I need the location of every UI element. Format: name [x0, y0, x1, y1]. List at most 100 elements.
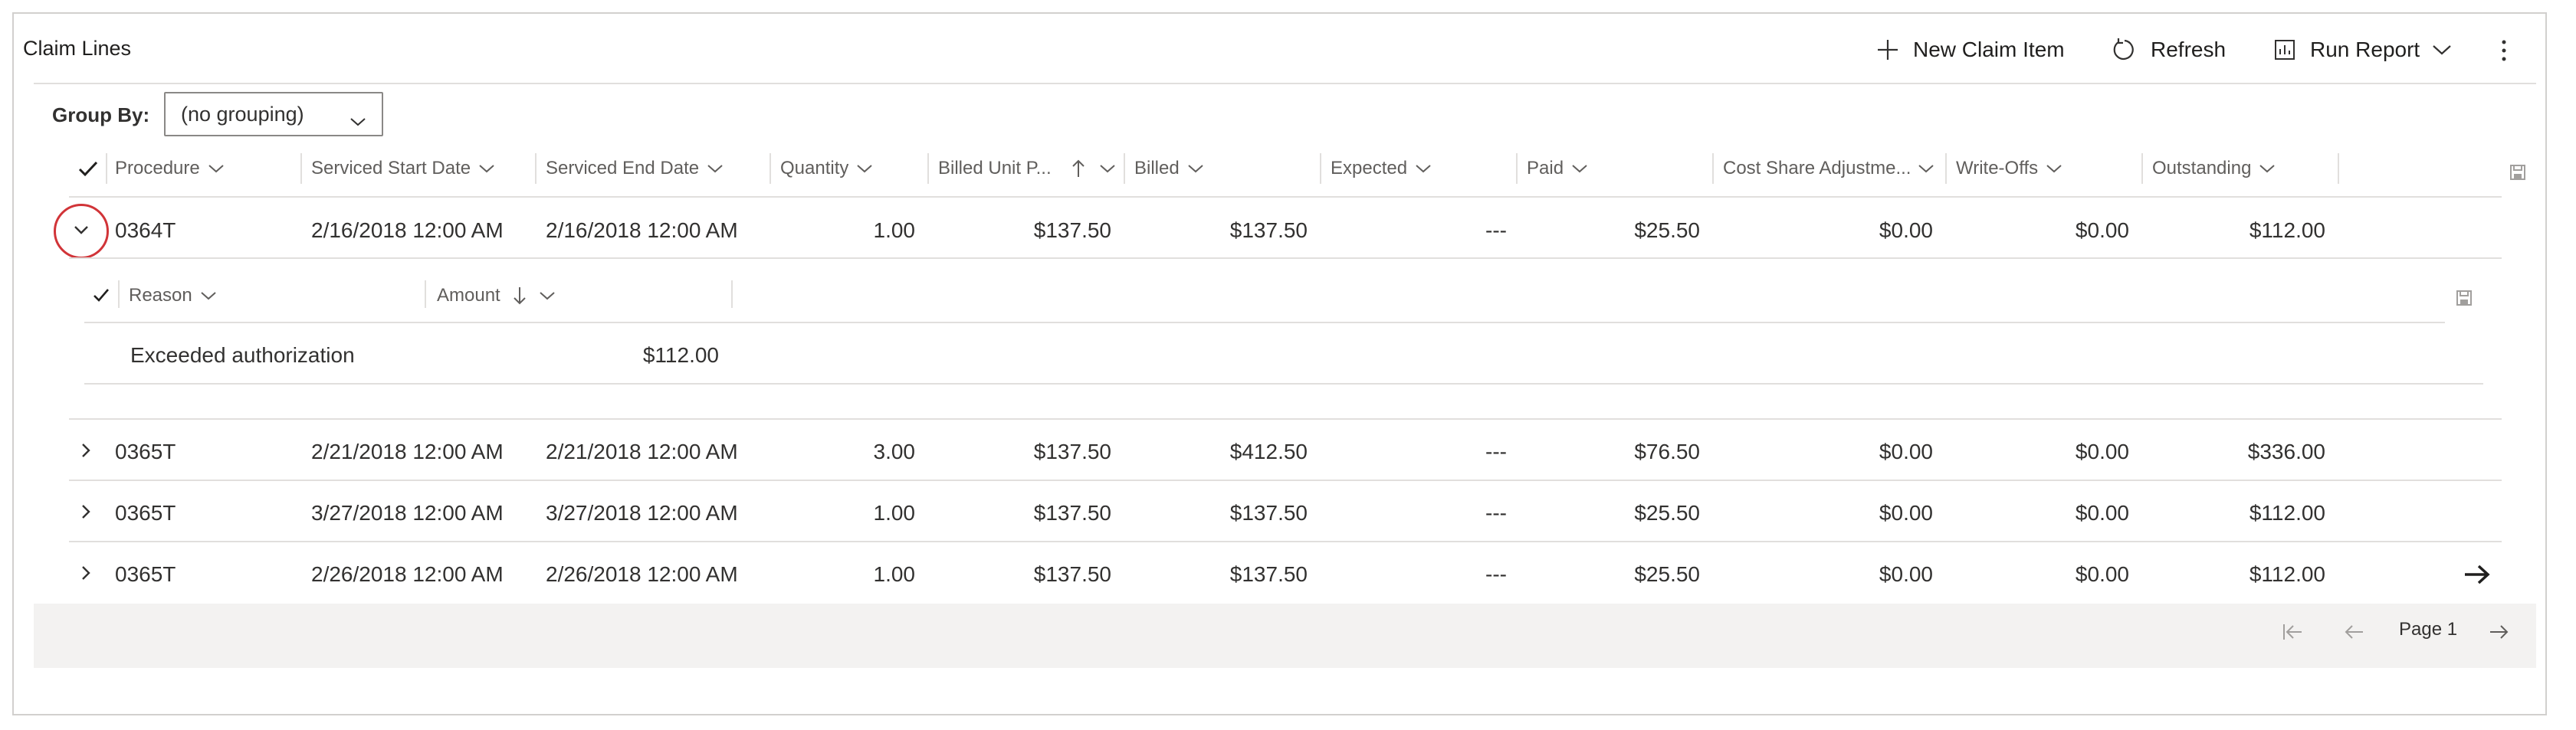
subgrid-cell-amount: $112.00 [642, 343, 719, 367]
refresh-label: Refresh [2151, 38, 2227, 61]
cell-expected: --- [1485, 218, 1507, 242]
column-separator [118, 280, 120, 308]
cell-unit-price: $137.50 [1033, 501, 1111, 525]
column-separator [106, 153, 107, 184]
cell-outstanding: $112.00 [2249, 562, 2325, 586]
cell-unit-price: $137.50 [1033, 218, 1111, 242]
column-header-billed[interactable]: Billed [1134, 146, 1204, 192]
subgrid-column-header-amount[interactable]: Amount [437, 273, 556, 319]
chevron-down-icon [1187, 163, 1204, 174]
column-header-outstanding[interactable]: Outstanding [2152, 146, 2276, 192]
column-separator [1320, 153, 1321, 184]
chevron-down-icon [1099, 163, 1116, 174]
chevron-right-icon [81, 443, 90, 462]
section-title: Claim Lines [23, 37, 132, 60]
column-header-quantity[interactable]: Quantity [780, 146, 873, 192]
new-claim-item-button[interactable]: New Claim Item [1876, 31, 2065, 69]
cell-billed: $412.50 [1229, 440, 1308, 463]
column-label: Billed [1134, 158, 1180, 178]
cell-billed: $137.50 [1229, 218, 1308, 242]
column-separator [1516, 153, 1518, 184]
cell-quantity: 1.00 [873, 501, 916, 525]
cell-procedure[interactable]: 0365T [115, 501, 176, 525]
column-separator [2141, 153, 2143, 184]
cell-procedure[interactable]: 0365T [115, 562, 176, 587]
cell-start-date: 2/21/2018 12:00 AM [311, 440, 504, 463]
sort-ascending-icon [1071, 159, 1085, 178]
cell-end-date: 2/21/2018 12:00 AM [546, 440, 738, 463]
refresh-button[interactable]: Refresh [2112, 31, 2226, 69]
collapse-row-button[interactable] [66, 216, 97, 247]
column-header-expected[interactable]: Expected [1331, 146, 1432, 192]
column-label: Serviced Start Date [311, 158, 471, 178]
more-vertical-icon[interactable] [2492, 35, 2515, 66]
grid-header-divider [69, 196, 2502, 198]
header-divider [34, 83, 2536, 84]
select-all-checkmark[interactable] [75, 153, 101, 184]
column-header-serviced-end-date[interactable]: Serviced End Date [546, 146, 724, 192]
cell-outstanding: $112.00 [2249, 218, 2325, 242]
cell-quantity: 1.00 [873, 218, 916, 242]
column-header-procedure[interactable]: Procedure [115, 146, 225, 192]
cell-billed: $137.50 [1229, 501, 1308, 525]
cell-end-date: 3/27/2018 12:00 AM [546, 501, 738, 525]
cell-billed: $137.50 [1229, 562, 1308, 586]
column-header-serviced-start-date[interactable]: Serviced Start Date [311, 146, 495, 192]
report-icon [2273, 38, 2296, 61]
row-divider [69, 257, 2502, 259]
save-icon[interactable] [2508, 162, 2528, 182]
expand-row-button[interactable] [71, 498, 101, 529]
cell-start-date: 2/26/2018 12:00 AM [311, 562, 504, 586]
chevron-down-icon [349, 109, 366, 133]
save-icon[interactable] [2454, 288, 2474, 308]
next-page-icon[interactable] [2486, 620, 2512, 643]
cell-cost-share: $0.00 [1879, 501, 1933, 525]
column-label: Reason [129, 285, 192, 306]
column-label: Cost Share Adjustme... [1723, 158, 1910, 178]
chevron-down-icon [1415, 163, 1432, 174]
cell-procedure[interactable]: 0364T [115, 218, 176, 243]
column-label: Billed Unit P... [938, 158, 1052, 178]
new-claim-item-label: New Claim Item [1913, 38, 2065, 61]
chevron-down-icon [2432, 44, 2452, 56]
column-header-billed-unit-price[interactable]: Billed Unit P... [938, 146, 1116, 192]
run-report-button[interactable]: Run Report [2273, 31, 2452, 69]
pager-bar [34, 604, 2536, 668]
column-separator [1712, 153, 1714, 184]
previous-page-icon[interactable] [2341, 620, 2367, 643]
arrow-right-icon[interactable] [2460, 559, 2494, 590]
row-divider [69, 541, 2502, 542]
subgrid-select-all-checkmark[interactable] [90, 282, 112, 308]
cell-write-offs: $0.00 [2075, 218, 2129, 242]
expand-row-button[interactable] [71, 559, 101, 590]
column-label: Quantity [780, 158, 849, 178]
cell-procedure[interactable]: 0365T [115, 440, 176, 464]
chevron-down-icon [2259, 163, 2276, 174]
cell-paid: $25.50 [1634, 562, 1700, 586]
cell-outstanding: $112.00 [2249, 501, 2325, 525]
subgrid-column-header-reason[interactable]: Reason [129, 273, 217, 319]
column-label: Expected [1331, 158, 1408, 178]
group-by-value: (no grouping) [181, 102, 304, 126]
column-header-cost-share-adjustment[interactable]: Cost Share Adjustme... [1723, 146, 1934, 192]
row-divider [69, 480, 2502, 481]
cell-unit-price: $137.50 [1033, 440, 1111, 463]
page-label: Page 1 [2399, 619, 2458, 640]
cell-quantity: 1.00 [873, 562, 916, 586]
subgrid-cell-reason: Exceeded authorization [130, 343, 355, 367]
cell-expected: --- [1485, 501, 1507, 525]
chevron-down-icon [1571, 163, 1588, 174]
refresh-icon [2112, 38, 2137, 62]
cell-expected: --- [1485, 562, 1507, 586]
chevron-down-icon [200, 290, 217, 301]
group-by-select[interactable]: (no grouping) [164, 92, 383, 136]
column-header-paid[interactable]: Paid [1527, 146, 1588, 192]
chevron-down-icon [707, 163, 724, 174]
column-header-write-offs[interactable]: Write-Offs [1956, 146, 2062, 192]
expand-row-button[interactable] [71, 437, 101, 467]
column-separator [731, 280, 733, 308]
column-separator [300, 153, 302, 184]
column-separator [535, 153, 537, 184]
first-page-icon[interactable] [2279, 620, 2305, 643]
cell-write-offs: $0.00 [2075, 562, 2129, 586]
